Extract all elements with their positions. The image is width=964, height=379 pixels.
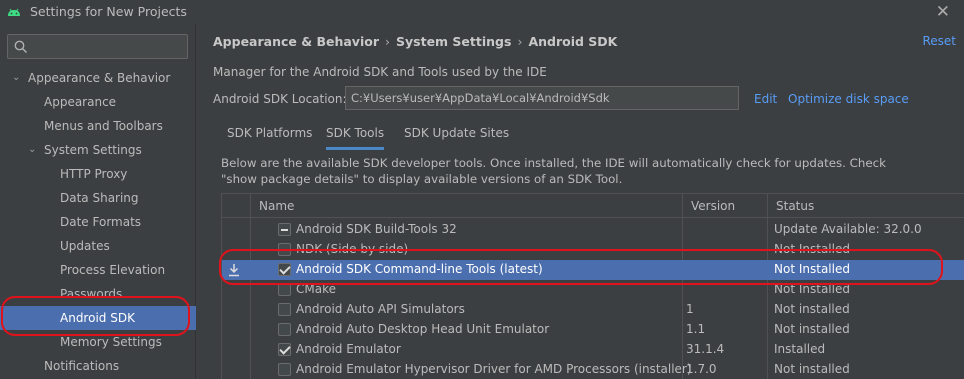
- sidebar-item-label: Data Sharing: [60, 191, 139, 205]
- sidebar-item-label: Appearance: [44, 95, 117, 109]
- search-icon: [14, 40, 28, 54]
- sidebar-item-android-sdk[interactable]: Android SDK: [0, 306, 196, 330]
- sidebar-item-label: Notifications: [44, 359, 120, 373]
- table-row[interactable]: Android Emulator Hypervisor Driver for A…: [222, 360, 964, 379]
- row-status: Not installed: [774, 302, 850, 316]
- table-row[interactable]: Android Auto API Simulators 1 Not instal…: [222, 300, 964, 320]
- breadcrumb-item[interactable]: System Settings: [396, 34, 511, 49]
- sidebar-item-memory-settings[interactable]: Memory Settings: [0, 330, 196, 354]
- breadcrumb: Appearance & Behavior › System Settings › An…: [213, 34, 617, 49]
- table-row[interactable]: Android Auto Desktop Head Unit Emulator …: [222, 320, 964, 340]
- chevron-down-icon: ⌄: [12, 72, 21, 83]
- sdk-location-label: Android SDK Location:: [213, 92, 347, 106]
- breadcrumb-separator: ›: [385, 34, 390, 49]
- sidebar-item-appearance[interactable]: Appearance: [0, 90, 196, 114]
- sidebar-item-label: Appearance & Behavior: [28, 71, 171, 85]
- sidebar-item-data-sharing[interactable]: Data Sharing: [0, 186, 196, 210]
- row-checkbox[interactable]: [278, 283, 291, 296]
- title-bar: Settings for New Projects ✕: [0, 0, 964, 24]
- optimize-disk-space-link[interactable]: Optimize disk space: [788, 92, 909, 106]
- row-status: Not installed: [774, 322, 850, 336]
- window-title: Settings for New Projects: [30, 4, 187, 19]
- row-status: Not installed: [774, 362, 850, 376]
- sidebar-item-label: Passwords: [60, 287, 123, 301]
- sidebar-item-updates[interactable]: Updates: [0, 234, 196, 258]
- row-checkbox[interactable]: [278, 303, 291, 316]
- close-icon[interactable]: ✕: [936, 2, 950, 22]
- row-checkbox[interactable]: [278, 223, 291, 236]
- sidebar-item-appearance-behavior[interactable]: ⌄ Appearance & Behavior: [0, 66, 196, 90]
- sidebar-item-label: Memory Settings: [60, 335, 162, 349]
- sdk-tools-table: Name Version Status Android SDK Build-To…: [221, 193, 964, 379]
- row-name: Android Auto Desktop Head Unit Emulator: [296, 322, 550, 336]
- row-name: Android Emulator Hypervisor Driver for A…: [296, 362, 692, 376]
- row-checkbox[interactable]: [278, 263, 291, 276]
- sidebar-item-label: Menus and Toolbars: [44, 119, 163, 133]
- main-panel: Appearance & Behavior › System Settings › An…: [197, 24, 964, 379]
- row-version: 1: [686, 302, 694, 316]
- edit-link[interactable]: Edit: [754, 92, 777, 106]
- row-status: Not Installed: [774, 242, 850, 256]
- sidebar-item-label: Updates: [60, 239, 110, 253]
- table-row[interactable]: CMake Not Installed: [222, 280, 964, 300]
- breadcrumb-separator: ›: [517, 34, 523, 49]
- sidebar-item-label: Date Formats: [60, 215, 142, 229]
- sdk-tools-info: Below are the available SDK developer to…: [221, 155, 951, 187]
- tab-sdk-platforms[interactable]: SDK Platforms: [227, 120, 312, 150]
- breadcrumb-item: Android SDK: [528, 34, 618, 49]
- row-version: 1.7.0: [686, 362, 717, 376]
- reset-link[interactable]: Reset: [922, 34, 956, 48]
- row-name: Android Emulator: [296, 342, 401, 356]
- info-text-line: "show package details" to display availa…: [221, 172, 623, 186]
- search-input[interactable]: [7, 34, 188, 59]
- table-row[interactable]: Android SDK Command-line Tools (latest) …: [222, 260, 964, 280]
- column-header-version[interactable]: Version: [682, 194, 766, 218]
- page-description: Manager for the Android SDK and Tools us…: [213, 65, 547, 79]
- sidebar-item-notifications[interactable]: Notifications: [0, 354, 196, 378]
- row-name: NDK (Side by side): [296, 242, 409, 256]
- row-checkbox[interactable]: [278, 323, 291, 336]
- settings-sidebar: ⌄ Appearance & Behavior Appearance Menus…: [0, 24, 196, 379]
- android-studio-icon: [6, 4, 22, 20]
- row-name: Android SDK Build-Tools 32: [296, 222, 457, 236]
- download-icon: [227, 263, 241, 280]
- row-checkbox[interactable]: [278, 363, 291, 376]
- sdk-location-field[interactable]: [345, 86, 739, 110]
- row-version: 1.1: [686, 322, 706, 336]
- row-status: Not Installed: [774, 282, 850, 296]
- row-status: Installed: [774, 342, 826, 356]
- row-checkbox[interactable]: [278, 243, 291, 256]
- breadcrumb-item[interactable]: Appearance & Behavior: [213, 34, 379, 49]
- tab-sdk-update-sites[interactable]: SDK Update Sites: [404, 120, 509, 150]
- table-header: Name Version Status: [222, 194, 964, 218]
- sidebar-item-http-proxy[interactable]: HTTP Proxy: [0, 162, 196, 186]
- chevron-down-icon: ⌄: [28, 144, 37, 155]
- table-row[interactable]: Android SDK Build-Tools 32 Update Availa…: [222, 220, 964, 240]
- row-status: Update Available: 32.0.0: [774, 222, 922, 236]
- sidebar-item-passwords[interactable]: Passwords: [0, 282, 196, 306]
- row-version: 31.1.4: [686, 342, 725, 356]
- row-name: Android SDK Command-line Tools (latest): [296, 262, 543, 276]
- sidebar-item-system-settings[interactable]: ⌄ System Settings: [0, 138, 196, 162]
- sidebar-item-label: Android SDK: [60, 311, 135, 325]
- sidebar-item-menus-toolbars[interactable]: Menus and Toolbars: [0, 114, 196, 138]
- table-row[interactable]: Android Emulator 31.1.4 Installed: [222, 340, 964, 360]
- sidebar-item-label: System Settings: [44, 143, 142, 157]
- column-header-status[interactable]: Status: [767, 194, 964, 218]
- sidebar-item-label: Process Elevation: [60, 263, 166, 277]
- row-checkbox[interactable]: [278, 343, 291, 356]
- row-name: Android Auto API Simulators: [296, 302, 465, 316]
- tab-sdk-tools[interactable]: SDK Tools: [326, 120, 385, 150]
- table-row[interactable]: NDK (Side by side) Not Installed: [222, 240, 964, 260]
- column-header-name[interactable]: Name: [250, 194, 686, 218]
- info-text-line: Below are the available SDK developer to…: [221, 156, 886, 170]
- row-name: CMake: [296, 282, 336, 296]
- sidebar-item-process-elevation[interactable]: Process Elevation: [0, 258, 196, 282]
- sidebar-item-date-formats[interactable]: Date Formats: [0, 210, 196, 234]
- row-status: Not Installed: [774, 262, 850, 276]
- sidebar-item-label: HTTP Proxy: [60, 167, 128, 181]
